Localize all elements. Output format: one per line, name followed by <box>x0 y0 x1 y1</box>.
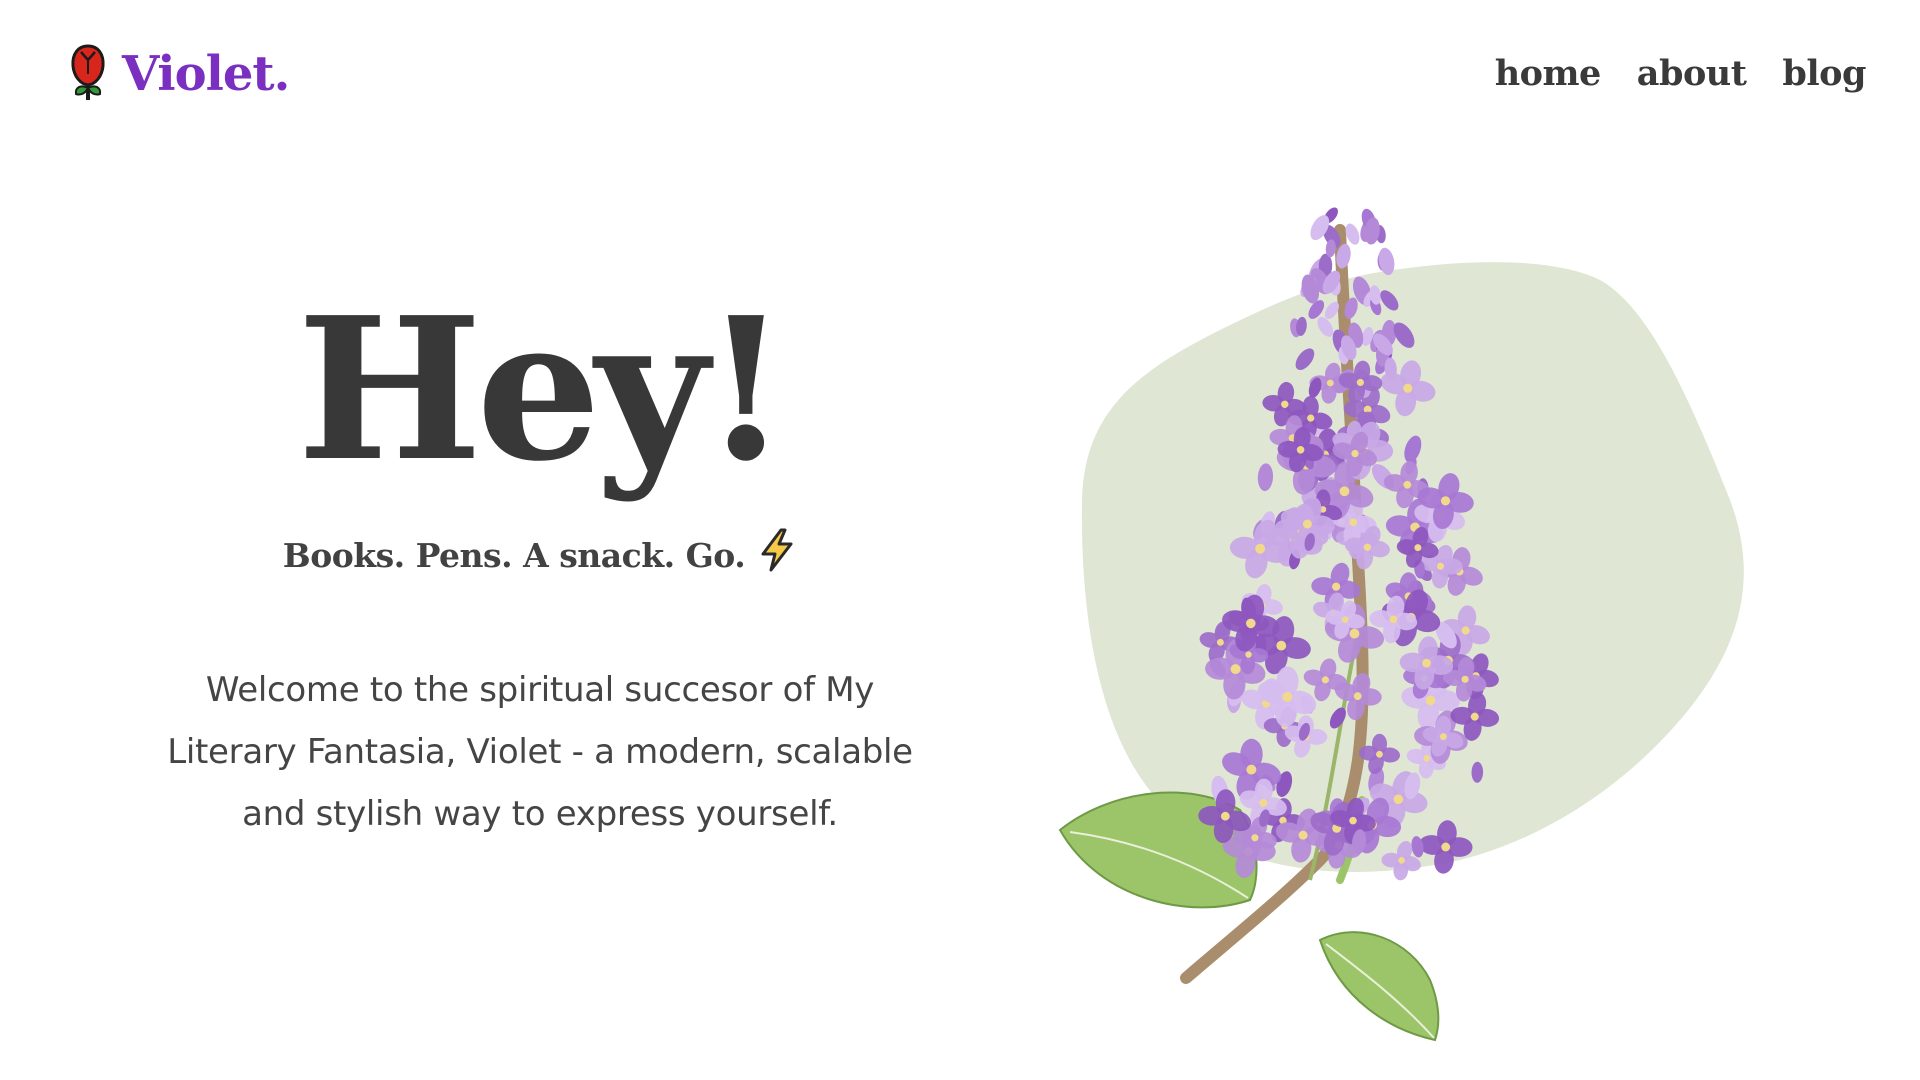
lightning-bolt-icon <box>757 528 797 583</box>
nav-link-about[interactable]: about <box>1637 50 1747 98</box>
brand-name: Violet. <box>122 46 290 102</box>
main-nav: home about blog <box>1495 50 1867 98</box>
brand-link[interactable]: Violet. <box>68 44 290 104</box>
hero-section: Hey! Books. Pens. A snack. Go. Welcome t… <box>110 280 970 845</box>
tagline-text: Books. Pens. A snack. Go. <box>282 535 746 575</box>
nav-link-home[interactable]: home <box>1495 50 1602 98</box>
hero-tagline: Books. Pens. A snack. Go. <box>110 528 970 583</box>
site-header: Violet. home about blog <box>0 0 1920 150</box>
lilac-flower-illustration <box>1040 200 1820 1060</box>
hero-description: Welcome to the spiritual succesor of My … <box>167 670 913 834</box>
nav-link-blog[interactable]: blog <box>1782 50 1866 98</box>
hero-title: Hey! <box>297 275 789 505</box>
illustration-art <box>1058 207 1744 1042</box>
rose-icon <box>68 44 108 104</box>
